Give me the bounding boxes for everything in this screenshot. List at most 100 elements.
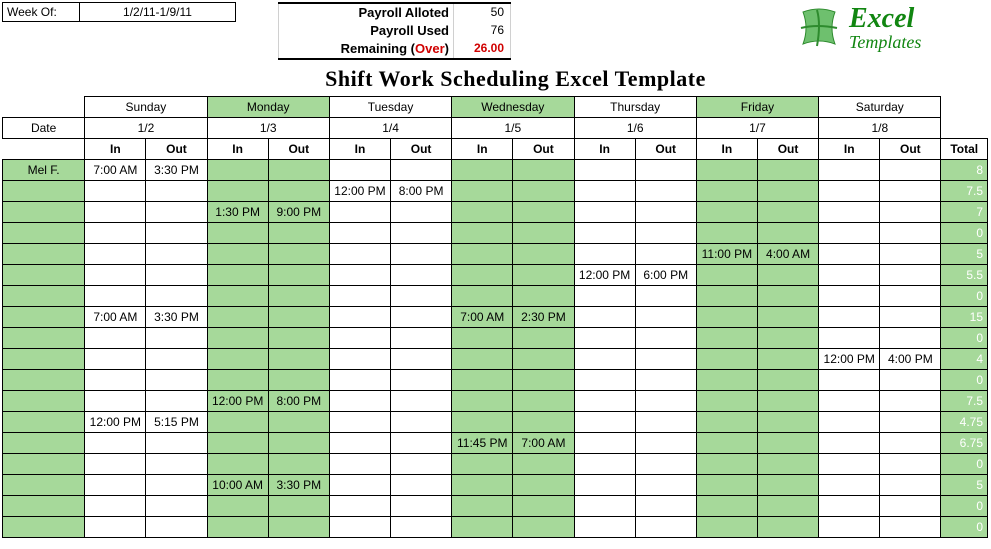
out-cell[interactable]: [757, 475, 818, 496]
out-cell[interactable]: [880, 160, 941, 181]
in-cell[interactable]: [329, 160, 390, 181]
out-cell[interactable]: [268, 328, 329, 349]
out-cell[interactable]: 8:00 PM: [391, 181, 452, 202]
in-cell[interactable]: [329, 328, 390, 349]
in-cell[interactable]: 7:00 AM: [85, 160, 146, 181]
out-cell[interactable]: [757, 517, 818, 538]
out-cell[interactable]: [635, 454, 696, 475]
out-cell[interactable]: [513, 202, 574, 223]
employee-name-cell[interactable]: [3, 244, 85, 265]
in-cell[interactable]: [574, 244, 635, 265]
out-cell[interactable]: [635, 286, 696, 307]
in-cell[interactable]: [574, 307, 635, 328]
out-cell[interactable]: [513, 160, 574, 181]
out-cell[interactable]: 2:30 PM: [513, 307, 574, 328]
in-cell[interactable]: [696, 202, 757, 223]
in-cell[interactable]: [696, 475, 757, 496]
out-cell[interactable]: [391, 433, 452, 454]
out-cell[interactable]: [880, 181, 941, 202]
in-cell[interactable]: [574, 475, 635, 496]
in-cell[interactable]: [696, 265, 757, 286]
out-cell[interactable]: 4:00 PM: [880, 349, 941, 370]
in-cell[interactable]: 12:00 PM: [819, 349, 880, 370]
out-cell[interactable]: [880, 265, 941, 286]
in-cell[interactable]: [329, 307, 390, 328]
in-cell[interactable]: [819, 223, 880, 244]
in-cell[interactable]: [85, 517, 146, 538]
in-cell[interactable]: [85, 475, 146, 496]
out-cell[interactable]: [268, 307, 329, 328]
out-cell[interactable]: [513, 412, 574, 433]
out-cell[interactable]: [268, 412, 329, 433]
out-cell[interactable]: [757, 265, 818, 286]
out-cell[interactable]: [513, 496, 574, 517]
in-cell[interactable]: [329, 370, 390, 391]
in-cell[interactable]: [207, 454, 268, 475]
in-cell[interactable]: [207, 265, 268, 286]
in-cell[interactable]: [452, 475, 513, 496]
out-cell[interactable]: [391, 244, 452, 265]
out-cell[interactable]: [757, 160, 818, 181]
out-cell[interactable]: [268, 160, 329, 181]
out-cell[interactable]: [880, 517, 941, 538]
in-cell[interactable]: 11:45 PM: [452, 433, 513, 454]
in-cell[interactable]: [452, 412, 513, 433]
in-cell[interactable]: 7:00 AM: [85, 307, 146, 328]
out-cell[interactable]: [268, 223, 329, 244]
out-cell[interactable]: [880, 286, 941, 307]
out-cell[interactable]: [268, 370, 329, 391]
out-cell[interactable]: [146, 454, 207, 475]
in-cell[interactable]: 7:00 AM: [452, 307, 513, 328]
out-cell[interactable]: [391, 517, 452, 538]
in-cell[interactable]: [574, 454, 635, 475]
out-cell[interactable]: [635, 160, 696, 181]
out-cell[interactable]: [880, 454, 941, 475]
out-cell[interactable]: [757, 202, 818, 223]
in-cell[interactable]: [207, 328, 268, 349]
in-cell[interactable]: [85, 433, 146, 454]
in-cell[interactable]: [207, 181, 268, 202]
in-cell[interactable]: [329, 349, 390, 370]
employee-name-cell[interactable]: [3, 517, 85, 538]
in-cell[interactable]: [85, 328, 146, 349]
in-cell[interactable]: [207, 307, 268, 328]
out-cell[interactable]: [635, 412, 696, 433]
out-cell[interactable]: [880, 496, 941, 517]
in-cell[interactable]: [452, 244, 513, 265]
in-cell[interactable]: [819, 391, 880, 412]
out-cell[interactable]: [635, 433, 696, 454]
in-cell[interactable]: [696, 349, 757, 370]
in-cell[interactable]: [452, 181, 513, 202]
in-cell[interactable]: 12:00 PM: [85, 412, 146, 433]
out-cell[interactable]: [635, 181, 696, 202]
in-cell[interactable]: [696, 223, 757, 244]
in-cell[interactable]: [452, 496, 513, 517]
out-cell[interactable]: 4:00 AM: [757, 244, 818, 265]
in-cell[interactable]: [207, 370, 268, 391]
out-cell[interactable]: [880, 244, 941, 265]
out-cell[interactable]: [513, 223, 574, 244]
in-cell[interactable]: [574, 517, 635, 538]
in-cell[interactable]: [574, 286, 635, 307]
in-cell[interactable]: [819, 202, 880, 223]
employee-name-cell[interactable]: [3, 454, 85, 475]
out-cell[interactable]: [880, 391, 941, 412]
week-of-value[interactable]: 1/2/11-1/9/11: [80, 2, 236, 22]
in-cell[interactable]: [696, 286, 757, 307]
employee-name-cell[interactable]: [3, 496, 85, 517]
out-cell[interactable]: [880, 328, 941, 349]
in-cell[interactable]: [574, 370, 635, 391]
out-cell[interactable]: [391, 223, 452, 244]
out-cell[interactable]: [391, 160, 452, 181]
in-cell[interactable]: [207, 412, 268, 433]
out-cell[interactable]: [268, 496, 329, 517]
out-cell[interactable]: [635, 349, 696, 370]
in-cell[interactable]: 1:30 PM: [207, 202, 268, 223]
out-cell[interactable]: [146, 433, 207, 454]
in-cell[interactable]: [85, 496, 146, 517]
in-cell[interactable]: [207, 286, 268, 307]
in-cell[interactable]: [452, 265, 513, 286]
in-cell[interactable]: [696, 328, 757, 349]
in-cell[interactable]: [85, 286, 146, 307]
out-cell[interactable]: [146, 181, 207, 202]
